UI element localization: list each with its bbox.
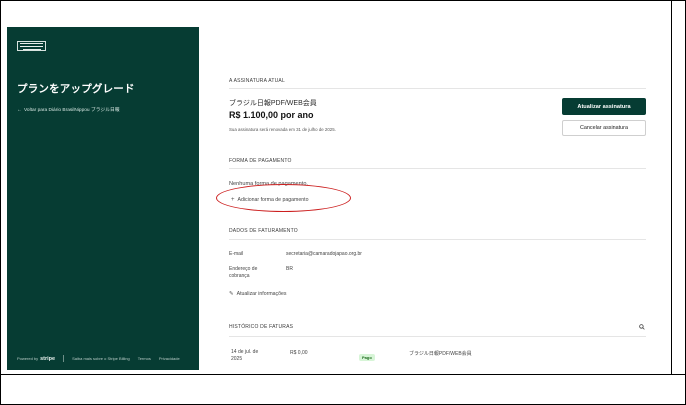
invoice-date: 14 de jul. de 2025 (231, 349, 259, 362)
footer-link-terms[interactable]: Termos (138, 356, 151, 361)
invoice-description: ブラジル日報PDF/WEB会員 (409, 351, 472, 357)
footer-links: Saiba mais sobre o Stripe Billing Termos… (72, 356, 180, 361)
footer-link-billing[interactable]: Saiba mais sobre o Stripe Billing (72, 356, 130, 361)
renewal-notice: Sua assinatura será renovada em 31 de ju… (229, 127, 336, 132)
frame-divider (1, 374, 685, 375)
highlight-annotation (216, 184, 351, 212)
plan-name: ブラジル日報PDF/WEB会員 (229, 100, 317, 107)
section-divider (229, 336, 646, 337)
stripe-logo: stripe (40, 355, 56, 362)
email-value: secretaria@camaradojapao.org.br (286, 251, 362, 257)
arrow-left-icon: ← (17, 106, 22, 113)
sidebar: プランをアップグレード ← Voltar para Diário BrasilN… (7, 27, 199, 370)
address-value: BR (286, 266, 293, 272)
brand-logo (17, 41, 46, 51)
current-subscription-heading: A ASSINATURA ATUAL (229, 78, 285, 84)
powered-by-label: Powered by (17, 356, 39, 361)
invoice-history-heading: HISTÓRICO DE FATURAS (229, 324, 294, 330)
plan-price: R$ 1.100,00 por ano (229, 110, 314, 120)
invoice-amount: R$ 0,00 (290, 350, 308, 356)
section-divider (229, 168, 646, 169)
pencil-icon: ✎ (229, 291, 234, 297)
billing-address-row: Endereço de cobrança BR (229, 266, 529, 282)
status-badge: Pago (359, 354, 375, 361)
footer-link-privacy[interactable]: Privacidade (159, 356, 180, 361)
powered-by[interactable]: Powered by stripe (17, 356, 55, 362)
back-link[interactable]: ← Voltar para Diário BrasilNippou ブラジル日報 (17, 106, 120, 114)
back-link-label: Voltar para Diário BrasilNippou ブラジル日報 (24, 108, 120, 113)
update-billing-info-link[interactable]: ✎ Atualizar informações (229, 291, 287, 297)
sidebar-title: プランをアップグレード (17, 83, 135, 95)
email-label: E-mail (229, 251, 244, 257)
billing-details-heading: DADOS DE FATURAMENTO (229, 228, 298, 234)
payment-method-heading: FORMA DE PAGAMENTO (229, 158, 292, 164)
frame-divider-vertical (671, 1, 672, 374)
sidebar-footer: Powered by stripe Saiba mais sobre o Str… (17, 355, 180, 362)
update-billing-info-label: Atualizar informações (236, 291, 287, 297)
section-divider (229, 88, 646, 89)
update-subscription-button[interactable]: Atualizar assinatura (562, 98, 646, 115)
address-label: Endereço de cobrança (229, 266, 258, 279)
search-icon[interactable] (639, 324, 645, 330)
cancel-subscription-button[interactable]: Cancelar assinatura (562, 120, 646, 136)
footer-separator (63, 355, 65, 362)
section-divider (229, 239, 646, 240)
